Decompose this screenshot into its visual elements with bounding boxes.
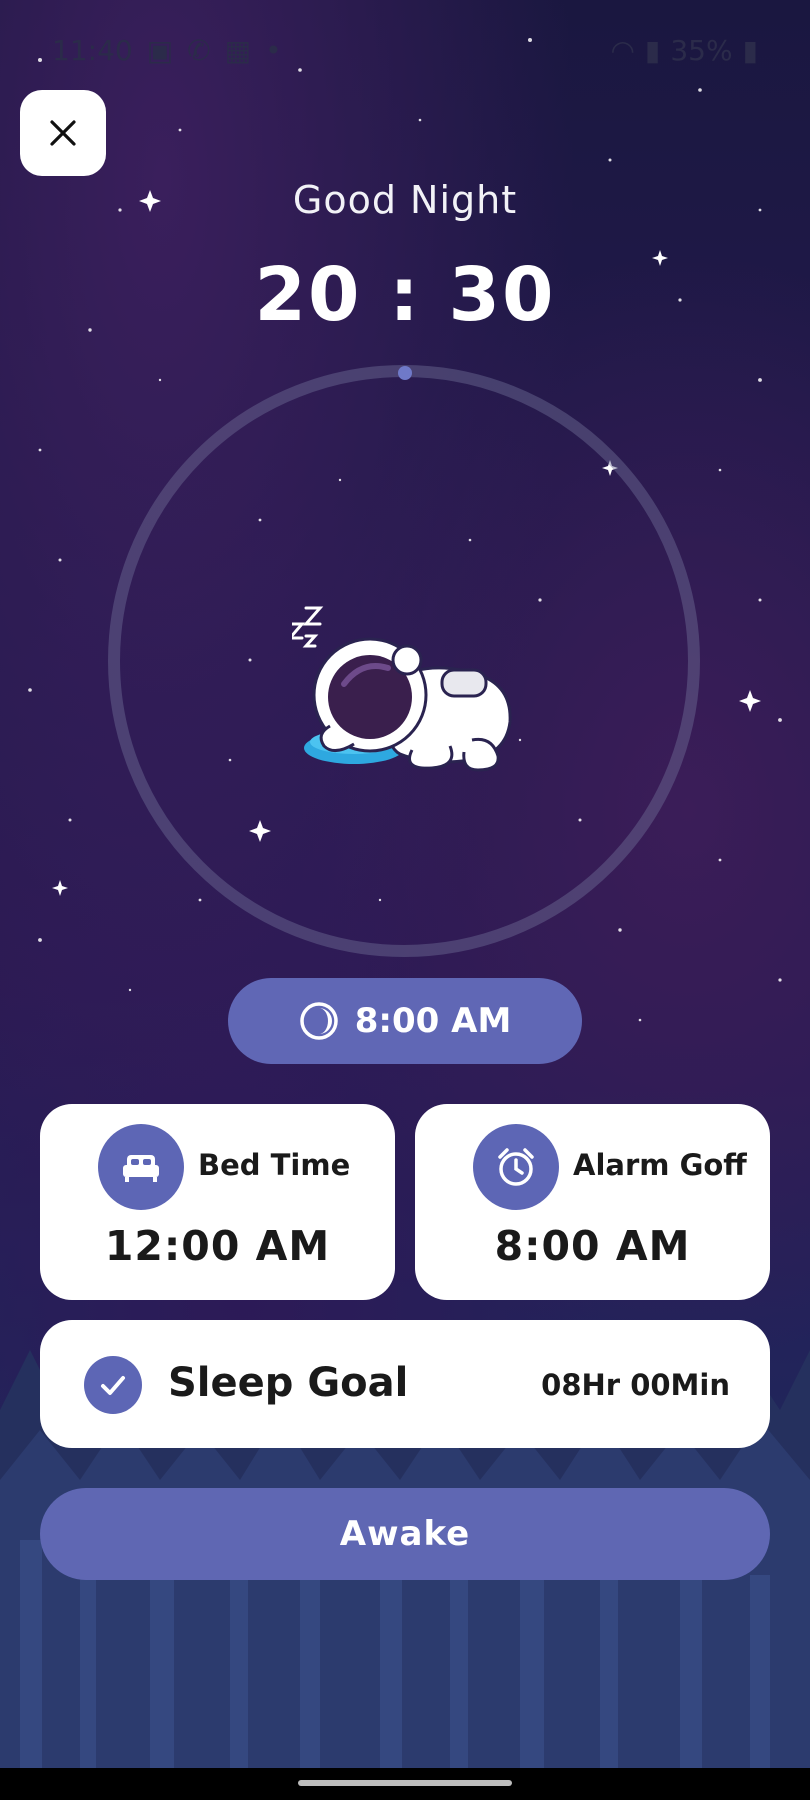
home-gesture-handle[interactable] <box>298 1780 512 1786</box>
more-notifications-icon: • <box>265 33 282 67</box>
check-icon <box>101 1376 125 1395</box>
sleeping-astronaut-illustration <box>292 606 512 772</box>
ring-progress-dot <box>398 366 412 380</box>
close-button[interactable] <box>20 90 106 176</box>
bed-time-title: Bed Time <box>198 1148 351 1182</box>
sleep-goal-card[interactable]: Sleep Goal 08Hr 00Min <box>40 1320 770 1448</box>
awake-button[interactable]: Awake <box>40 1488 770 1580</box>
alarm-title: Alarm Goff <box>573 1148 747 1182</box>
bed-time-card[interactable]: Bed Time 12:00 AM <box>40 1104 395 1300</box>
bed-icon <box>123 1155 159 1182</box>
alarm-value: 8:00 AM <box>494 1222 691 1270</box>
moon-half-icon <box>299 1002 338 1040</box>
bed-icon-badge <box>98 1124 184 1210</box>
wifi-icon: ◠ <box>610 33 635 67</box>
battery-percent: 35% <box>670 33 733 67</box>
greeting-text: Good Night <box>292 178 518 222</box>
sleep-goal-value: 08Hr 00Min <box>541 1368 730 1402</box>
bed-time-value: 12:00 AM <box>104 1222 331 1270</box>
battery-icon: ▮ <box>742 33 758 67</box>
signal-icon: ▮ <box>644 33 661 67</box>
status-time: 11:40 <box>52 33 133 67</box>
sleep-screen: 11:40 ▣ ✆ ▦ • ◠ ▮ 35% ▮ Good Night 20 : … <box>0 0 810 1800</box>
wake-time-pill[interactable]: 8:00 AM <box>228 978 582 1064</box>
sleep-goal-checkbox[interactable] <box>84 1356 142 1414</box>
current-time: 20 : 30 <box>254 252 556 338</box>
wake-time-value: 8:00 AM <box>354 1001 512 1041</box>
alarm-card[interactable]: Alarm Goff 8:00 AM <box>415 1104 770 1300</box>
close-icon <box>50 120 76 146</box>
alarm-icon-badge <box>473 1124 559 1210</box>
alarm-clock-icon <box>498 1148 534 1186</box>
sleep-goal-label: Sleep Goal <box>168 1360 409 1406</box>
gallery-notification-icon: ▣ <box>146 33 174 67</box>
status-bar: 11:40 ▣ ✆ ▦ • ◠ ▮ 35% ▮ <box>52 30 758 70</box>
call-notification-icon: ✆ <box>187 33 211 67</box>
qr-notification-icon: ▦ <box>224 33 252 67</box>
